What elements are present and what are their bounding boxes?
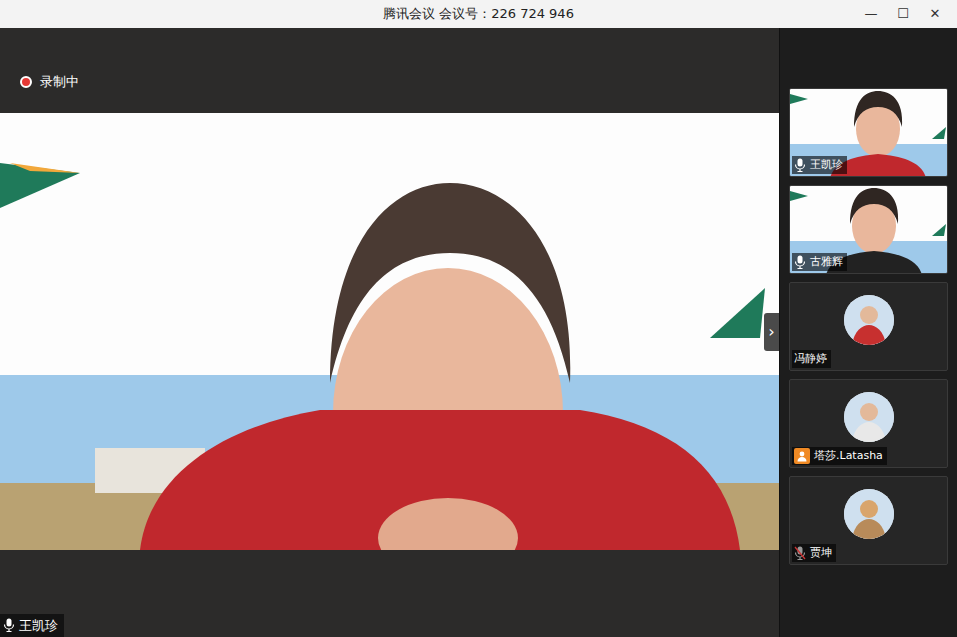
sidebar-toggle-button[interactable]: › (764, 313, 779, 351)
minimize-button[interactable]: — (855, 0, 887, 28)
participant-name: 古雅辉 (810, 254, 843, 271)
video-frame-icon (0, 113, 779, 550)
participant-name-tag: 王凯珍 (792, 156, 847, 175)
maximize-button[interactable]: ☐ (887, 0, 919, 28)
mic-icon (794, 158, 806, 172)
recording-indicator: 录制中 (20, 72, 779, 92)
participant-avatar-icon (844, 295, 894, 345)
participant-tile[interactable]: 古雅辉 (789, 185, 948, 274)
window-title: 腾讯会议 会议号：226 724 946 (383, 4, 574, 24)
participant-name: 冯静婷 (794, 351, 827, 368)
participant-name: 塔莎.Latasha (814, 448, 883, 465)
participant-name: 王凯珍 (810, 157, 843, 174)
title-bar: 腾讯会议 会议号：226 724 946 —☐✕ (0, 0, 957, 28)
speaker-name: 王凯珍 (19, 616, 58, 636)
participant-name: 贾坤 (810, 545, 832, 562)
participant-tile[interactable]: 贾坤 (789, 476, 948, 565)
participant-avatar-icon (844, 392, 894, 442)
muted-mic-icon (794, 546, 806, 560)
recording-label: 录制中 (40, 72, 79, 92)
recording-row: 录制中 (0, 28, 779, 113)
window-controls: —☐✕ (855, 0, 951, 28)
main-stage: 录制中王凯珍 › (0, 28, 779, 637)
mic-icon (3, 618, 15, 632)
guest-icon (794, 448, 810, 464)
participant-name-tag: 冯静婷 (792, 350, 831, 369)
participant-tile[interactable]: 王凯珍 (789, 88, 948, 177)
participant-avatar-icon (844, 489, 894, 539)
speaker-name-tag: 王凯珍 (0, 614, 64, 637)
meeting-body: 录制中王凯珍›王凯珍古雅辉冯静婷塔莎.Latasha贾坤 (0, 28, 957, 637)
speaker-video (0, 113, 779, 550)
participant-list: 王凯珍古雅辉冯静婷塔莎.Latasha 贾坤 (779, 28, 957, 637)
participant-tile[interactable]: 塔莎.Latasha (789, 379, 948, 468)
speaker-bar: 王凯珍 (0, 550, 779, 637)
participant-name-tag: 塔莎.Latasha (792, 447, 887, 466)
mic-icon (794, 255, 806, 269)
recording-dot-icon (20, 76, 32, 88)
participant-name-tag: 古雅辉 (792, 253, 847, 272)
close-button[interactable]: ✕ (919, 0, 951, 28)
participant-tile[interactable]: 冯静婷 (789, 282, 948, 371)
participant-name-tag: 贾坤 (792, 544, 836, 563)
